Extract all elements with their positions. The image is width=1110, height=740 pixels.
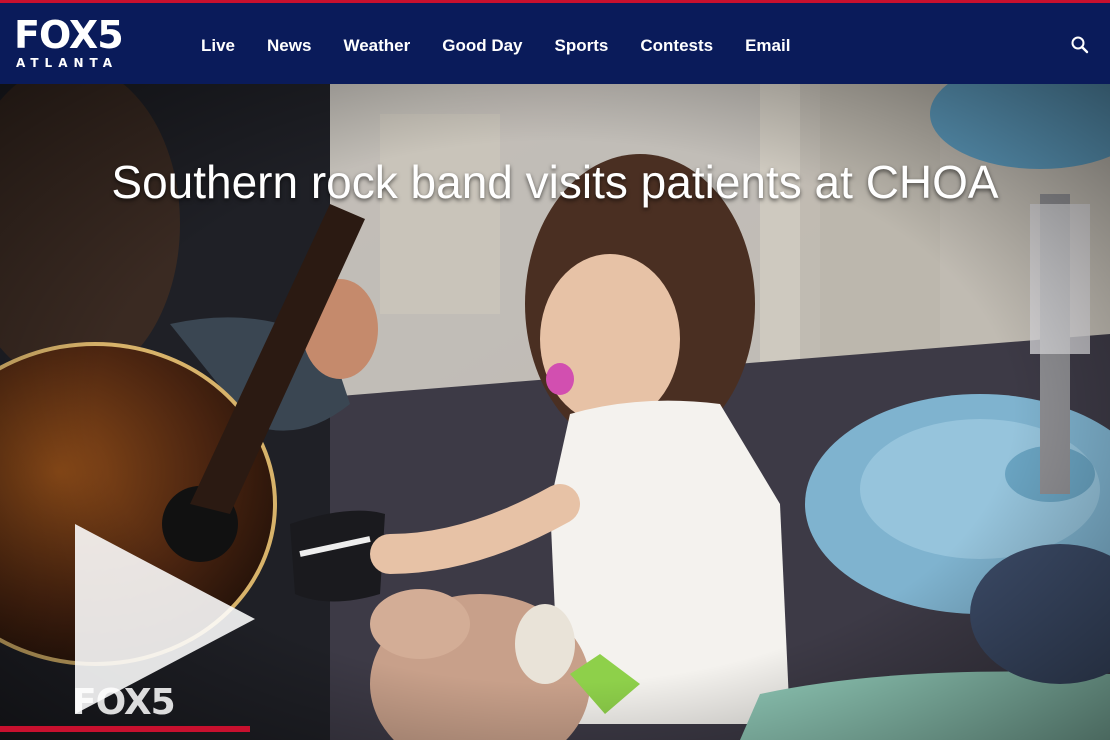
nav-item-sports[interactable]: Sports <box>539 33 625 59</box>
logo-sub: ATLANTA <box>16 56 119 70</box>
video-headline: Southern rock band visits patients at CH… <box>111 156 999 208</box>
logo-main: FOX5 <box>14 13 124 57</box>
nav-item-contests[interactable]: Contests <box>624 33 729 59</box>
nav-item-news[interactable]: News <box>251 33 327 59</box>
fox5-atlanta-logo[interactable]: FOX5 ATLANTA <box>14 13 144 77</box>
main-nav: Live News Weather Good Day Sports Contes… <box>185 33 806 59</box>
site-header: FOX5 ATLANTA Live News Weather Good Day … <box>0 0 1110 84</box>
watermark-red-bar <box>0 726 250 732</box>
nav-item-live[interactable]: Live <box>185 33 251 59</box>
nav-item-weather[interactable]: Weather <box>327 33 426 59</box>
fox5-watermark: FOX5 <box>0 682 250 732</box>
nav-item-good-day[interactable]: Good Day <box>426 33 538 59</box>
search-icon[interactable] <box>1070 35 1090 55</box>
page: FOX5 ATLANTA Live News Weather Good Day … <box>0 0 1110 740</box>
watermark-text: FOX5 <box>72 682 176 723</box>
nav-item-email[interactable]: Email <box>729 33 806 59</box>
video-player[interactable]: Southern rock band visits patients at CH… <box>0 84 1110 740</box>
